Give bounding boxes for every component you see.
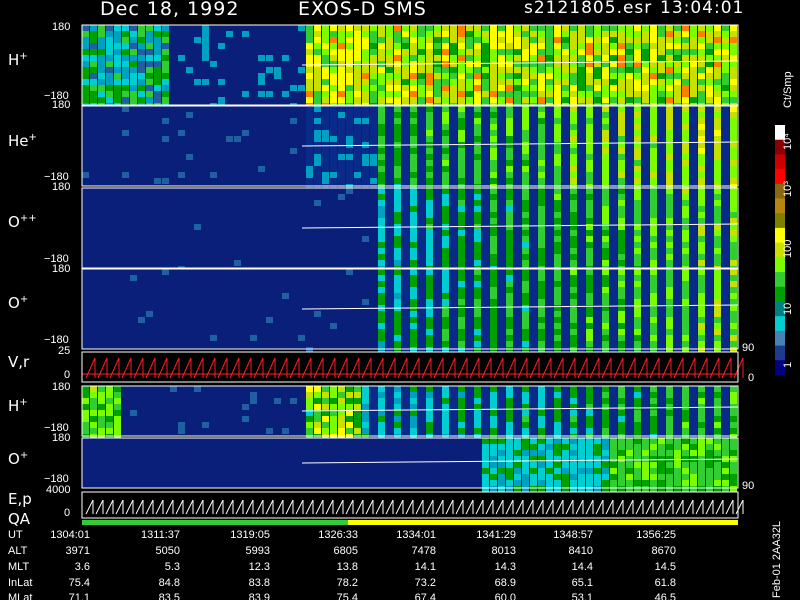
footer-cell: 6805 xyxy=(333,545,358,557)
side-note: Feb-01 2AA32L xyxy=(771,520,783,598)
footer-cell: 7478 xyxy=(411,545,436,557)
footer-cell: 14.4 xyxy=(571,561,593,573)
rtick-p7-bottom: 90 xyxy=(742,480,755,492)
footer-cell: 60.0 xyxy=(494,592,516,600)
footer-cell: 61.8 xyxy=(654,577,676,589)
rtick-p5-bottom: 0 xyxy=(748,372,755,384)
rtick-p5-top: 90 xyxy=(742,342,755,354)
qa-bar-warn xyxy=(348,520,738,525)
panel-label-o-plus-2: O+ xyxy=(8,450,29,468)
footer-cell: 75.4 xyxy=(336,592,358,600)
footer-cell: 83.5 xyxy=(158,592,180,600)
ytick-p1-top: 180 xyxy=(52,21,71,33)
panel-label-o-plus-plus: O++ xyxy=(8,213,37,231)
footer-cell: 1304:01 xyxy=(50,529,90,541)
footer-cell: 1319:05 xyxy=(230,529,270,541)
footer-cell: 73.2 xyxy=(414,577,436,589)
footer-row-label: ALT xyxy=(8,545,28,557)
footer-cell: 1326:33 xyxy=(318,529,358,541)
ytick-p7-top: 180 xyxy=(52,432,71,444)
footer-cell: 71.1 xyxy=(68,592,90,600)
colorbar-segment xyxy=(775,198,785,214)
colorbar-label-10e4: 10⁴ xyxy=(782,133,794,150)
panel-label-velocity: V,r xyxy=(8,353,30,371)
footer-cell: 8410 xyxy=(568,545,593,557)
colorbar-segment xyxy=(775,345,785,361)
footer-cell: 1311:37 xyxy=(141,529,180,541)
panel-label-h-plus-2: H+ xyxy=(8,397,28,415)
colorbar-label-1: 1 xyxy=(782,361,794,368)
footer-cell: 14.3 xyxy=(494,561,516,573)
footer-row-label: MLat xyxy=(8,592,33,600)
colorbar-segment xyxy=(775,316,785,332)
footer-row-label: UT xyxy=(8,529,23,541)
ytick-p6-top: 180 xyxy=(52,381,71,393)
footer-cell: 68.9 xyxy=(494,577,516,589)
footer-cell: 83.9 xyxy=(248,592,270,600)
footer-row-label: InLat xyxy=(8,577,33,589)
footer-cell: 46.5 xyxy=(654,592,676,600)
footer-cell: 5993 xyxy=(245,545,270,557)
colorbar-unit: Ct/Smp xyxy=(782,71,794,108)
ytick-p8-bottom: 0 xyxy=(64,507,71,519)
footer-cell: 3971 xyxy=(65,545,90,557)
footer-cell: 1356:25 xyxy=(636,529,676,541)
colorbar-label-10: 10 xyxy=(782,302,794,315)
colorbar-label-10e3: 10³ xyxy=(782,181,794,197)
footer-cell: 14.5 xyxy=(654,561,676,573)
footer-cell: 12.3 xyxy=(248,561,270,573)
footer-cell: 5050 xyxy=(155,545,180,557)
panel-label-he-plus: He+ xyxy=(8,132,37,150)
footer-cell: 8670 xyxy=(651,545,676,557)
qa-bar-good xyxy=(82,520,348,525)
ytick-p8-top: 4000 xyxy=(46,484,71,496)
colorbar-segment xyxy=(775,257,785,273)
footer-cell: 1348:57 xyxy=(553,529,593,541)
footer-cell: 8013 xyxy=(491,545,516,557)
footer-cell: 84.8 xyxy=(158,577,180,589)
colorbar-segment xyxy=(775,330,785,347)
ytick-p5-bottom: 0 xyxy=(64,369,71,381)
ytick-p5-top: 25 xyxy=(58,345,71,357)
colorbar-segment xyxy=(775,213,785,229)
footer-cell: 83.8 xyxy=(248,577,270,589)
footer-cell: 1334:01 xyxy=(396,529,436,541)
footer-cell: 67.4 xyxy=(414,592,436,600)
footer-cell: 65.1 xyxy=(571,577,593,589)
ytick-p4-top: 180 xyxy=(52,263,71,275)
footer-cell: 14.1 xyxy=(414,561,436,573)
panel-label-qa: QA xyxy=(8,510,31,528)
footer-cell: 13.8 xyxy=(336,561,358,573)
footer-cell: 53.1 xyxy=(571,592,593,600)
panel-label-o-plus: O+ xyxy=(8,294,29,312)
colorbar-segment xyxy=(775,272,785,288)
ytick-p3-top: 180 xyxy=(52,181,71,193)
footer-cell: 78.2 xyxy=(336,577,358,589)
panel-label-ep: E,p xyxy=(8,490,32,508)
footer-cell: 5.3 xyxy=(164,561,180,573)
ytick-p2-top: 180 xyxy=(52,99,71,111)
panel-label-h-plus: H+ xyxy=(8,51,28,69)
footer-cell: 75.4 xyxy=(68,577,90,589)
colorbar-segment xyxy=(775,154,785,170)
colorbar-segment xyxy=(775,286,785,302)
plot-canvas xyxy=(81,24,785,525)
colorbar-label-100: 100 xyxy=(782,239,794,258)
footer-cell: 1341:29 xyxy=(476,529,516,541)
footer-row-label: MLT xyxy=(8,561,30,573)
spectrogram-figure: Dec 18, 1992 EXOS-D SMS s2121805.esr 13:… xyxy=(0,0,800,600)
footer-cell: 3.6 xyxy=(74,561,90,573)
